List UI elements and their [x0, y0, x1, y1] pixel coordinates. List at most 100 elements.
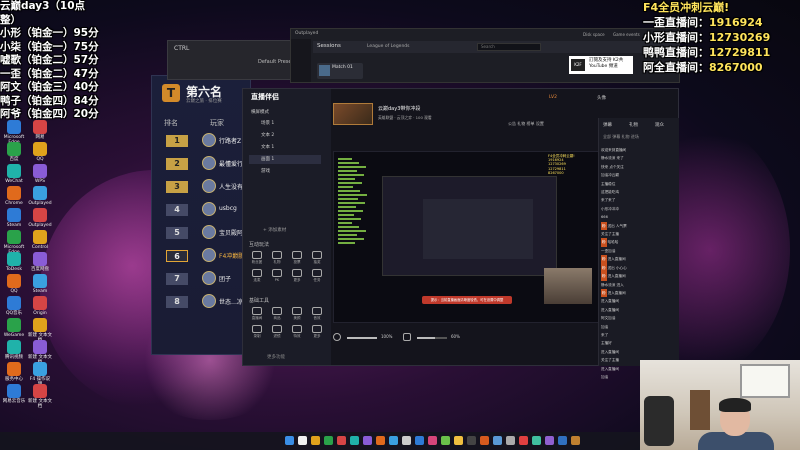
- desktop-icon[interactable]: 服务中心: [2, 362, 26, 382]
- scene-item[interactable]: 游戏: [249, 167, 321, 176]
- chat-tab[interactable]: 礼物: [629, 122, 638, 128]
- tool-button[interactable]: 录制: [249, 325, 265, 339]
- tool-button[interactable]: PK: [269, 269, 285, 282]
- desktop-icon[interactable]: Outplayed: [28, 186, 52, 206]
- preset-dropdown[interactable]: Default Preset: [258, 59, 293, 65]
- taskbar-app-icon[interactable]: [454, 436, 463, 445]
- taskbar-app-icon[interactable]: [285, 436, 294, 445]
- scene-item[interactable]: 文本 2: [249, 131, 321, 140]
- chat-message[interactable]: 进入直播间: [601, 306, 678, 314]
- ctrl-window[interactable]: CTRL Default Preset: [167, 40, 310, 80]
- taskbar-app-icon[interactable]: [467, 436, 476, 445]
- match-card[interactable]: Match 01: [317, 63, 363, 79]
- chat-tab[interactable]: 观众: [655, 122, 664, 128]
- chat-message[interactable]: 粉送出 人气票: [601, 221, 678, 231]
- taskbar-app-icon[interactable]: [402, 436, 411, 445]
- chat-message[interactable]: 这把能吃鸡: [601, 188, 678, 196]
- chat-message[interactable]: 来了来了: [601, 196, 678, 204]
- desktop-icon[interactable]: WeGame: [2, 318, 26, 338]
- desktop-icon[interactable]: QQ音乐: [2, 296, 26, 316]
- taskbar-app-icon[interactable]: [298, 436, 307, 445]
- scene-item[interactable]: 场景 1: [249, 119, 321, 128]
- chat-filter[interactable]: 全部 弹幕 礼物 进场: [603, 134, 639, 140]
- chat-message[interactable]: 加油: [601, 323, 678, 331]
- ranking-row[interactable]: 8 世态…凉夜: [160, 293, 252, 311]
- desktop-icon[interactable]: Outplayed: [28, 208, 52, 228]
- chat-message[interactable]: 粉进入直播间: [601, 272, 678, 281]
- tool-button[interactable]: 直播间: [249, 307, 265, 321]
- chat-message[interactable]: 静水流深 来了: [601, 154, 678, 162]
- chat-message[interactable]: 来了: [601, 331, 678, 339]
- tool-button[interactable]: 音效: [309, 307, 325, 321]
- ranking-row[interactable]: 3 人生没有太…: [160, 178, 255, 196]
- tool-button[interactable]: 连麦: [249, 269, 265, 283]
- chat-tab[interactable]: 弹幕: [603, 122, 612, 128]
- chat-panel[interactable]: 弹幕 礼物 观众 全部 弹幕 礼物 进场 欢迎来到直播间 静水流深 来了 快来 点个…: [598, 118, 679, 379]
- scene-item[interactable]: 文本 1: [249, 143, 321, 152]
- taskbar-app-icon[interactable]: [441, 436, 450, 445]
- chat-message[interactable]: 欢迎来到直播间: [601, 146, 678, 154]
- taskbar-app-icon[interactable]: [558, 436, 567, 445]
- taskbar-app-icon[interactable]: [545, 436, 554, 445]
- tool-button[interactable]: 粉丝团: [249, 251, 265, 265]
- desktop-icon[interactable]: 网易: [28, 120, 52, 140]
- chat-message[interactable]: 快来 点个关注: [601, 163, 678, 171]
- tool-button[interactable]: 任务: [309, 269, 325, 283]
- tool-button[interactable]: 滤镜: [269, 325, 285, 339]
- desktop-icon[interactable]: WPS: [28, 164, 52, 184]
- mode-select[interactable]: 横屏模式: [251, 109, 269, 115]
- chat-message[interactable]: 关注了主播: [601, 230, 678, 238]
- chat-message[interactable]: 666: [601, 213, 678, 221]
- tool-button[interactable]: 美颜: [289, 307, 305, 321]
- taskbar-app-icon[interactable]: [571, 436, 580, 445]
- taskbar-app-icon[interactable]: [428, 436, 437, 445]
- stream-cover[interactable]: [333, 103, 373, 125]
- desktop-icon[interactable]: Chrome: [2, 186, 26, 206]
- chat-message[interactable]: 粉送出 小心心: [601, 263, 678, 273]
- taskbar-app-icon[interactable]: [389, 436, 398, 445]
- desktop-icon[interactable]: 腾讯视频: [2, 340, 26, 360]
- tool-button[interactable]: 礼物: [269, 251, 285, 265]
- chat-message[interactable]: 阿文加油: [601, 314, 678, 322]
- chat-message[interactable]: 静水流深 进入: [601, 281, 678, 289]
- youtube-promo[interactable]: K2F 訂閱及支持 K2共 YouTube 頻道: [569, 56, 633, 74]
- mic-slider[interactable]: [347, 337, 377, 339]
- taskbar-app-icon[interactable]: [363, 436, 372, 445]
- taskbar-app-icon[interactable]: [376, 436, 385, 445]
- more-functions-link[interactable]: 更多功能: [267, 354, 285, 360]
- desktop-icon[interactable]: QQ: [28, 142, 52, 162]
- stream-chips[interactable]: 公告 礼物 榜单 设置: [508, 121, 544, 127]
- chat-message[interactable]: 进入直播间: [601, 348, 678, 356]
- user-avatar[interactable]: 头像: [597, 95, 606, 101]
- taskbar-app-icon[interactable]: [480, 436, 489, 445]
- outplayed-window[interactable]: Outplayed Disk space Game events Session…: [290, 28, 680, 83]
- ranking-row[interactable]: 7 团子: [160, 270, 252, 288]
- stream-preview[interactable]: F4全员冲刺云巅! 1916924 12730269 12729811 8267000 …: [333, 151, 637, 323]
- speaker-slider[interactable]: [417, 337, 447, 339]
- game-filter[interactable]: League of Legends: [367, 44, 410, 49]
- ranking-row[interactable]: 6 F4冲巅鹏…: [160, 247, 252, 265]
- taskbar-app-icon[interactable]: [532, 436, 541, 445]
- chat-message[interactable]: 一歪加油: [601, 247, 678, 255]
- tool-button[interactable]: 商品: [269, 307, 285, 321]
- chat-message[interactable]: 进入直播间: [601, 297, 678, 305]
- taskbar-app-icon[interactable]: [311, 436, 320, 445]
- scene-item[interactable]: 画面 1: [249, 155, 321, 164]
- desktop-icon[interactable]: Origin: [28, 296, 52, 316]
- ranking-row[interactable]: 5 宝贝殿阿: [160, 224, 252, 242]
- ranking-row[interactable]: 1 行路者Z: [160, 132, 252, 150]
- add-source-button[interactable]: + 添加素材: [263, 227, 286, 233]
- desktop-icon[interactable]: 百度网盘: [28, 252, 52, 272]
- taskbar-app-icon[interactable]: [324, 436, 333, 445]
- desktop-icon[interactable]: Control: [28, 230, 52, 250]
- taskbar-app-icon[interactable]: [415, 436, 424, 445]
- chat-message[interactable]: 小形冲冲冲: [601, 205, 678, 213]
- desktop-icon[interactable]: 百度: [2, 142, 26, 162]
- tool-button[interactable]: 特效: [289, 325, 305, 339]
- taskbar-app-icon[interactable]: [337, 436, 346, 445]
- desktop-icon[interactable]: Steam: [2, 208, 26, 228]
- ranking-row[interactable]: 4 usbcg: [160, 201, 252, 219]
- search-input[interactable]: Search: [477, 43, 541, 51]
- taskbar-app-icon[interactable]: [350, 436, 359, 445]
- desktop-icon[interactable]: QQ: [2, 274, 26, 294]
